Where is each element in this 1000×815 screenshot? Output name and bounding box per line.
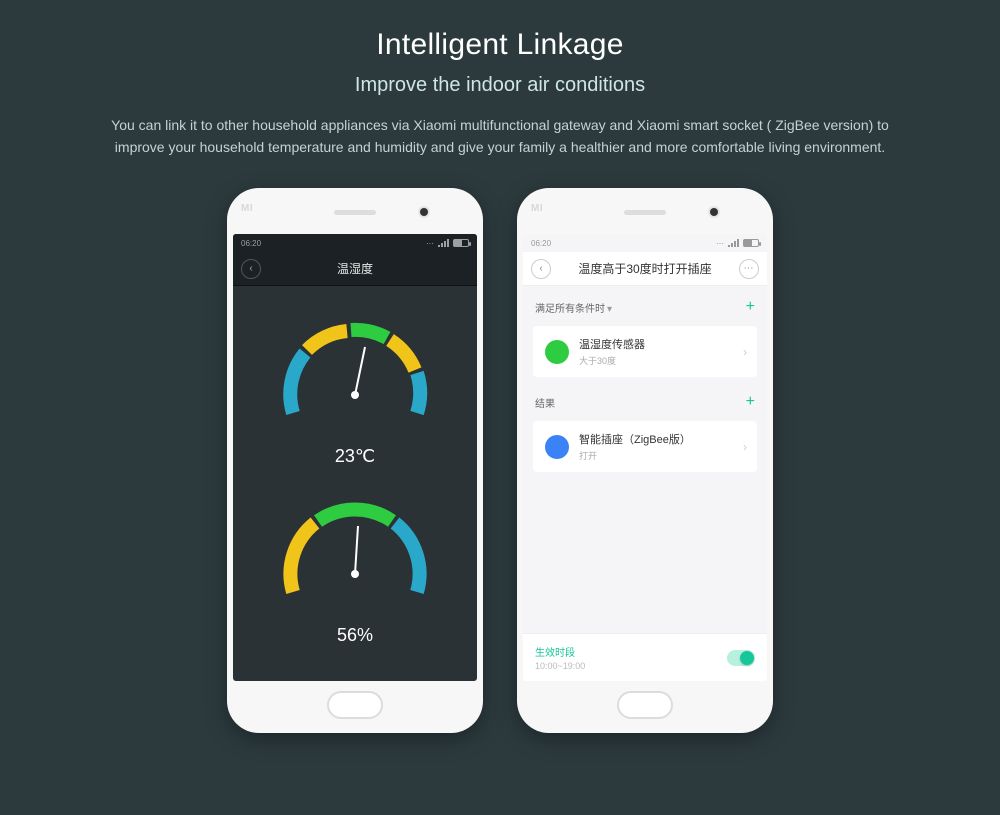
signal-icon (728, 239, 739, 247)
battery-icon (743, 239, 759, 247)
condition-sub: 大于30度 (579, 354, 645, 367)
signal-icon (438, 239, 449, 247)
humidity-gauge (270, 479, 440, 649)
home-button (327, 691, 383, 719)
status-time: 06:20 (241, 239, 261, 248)
phone-camera (420, 208, 428, 216)
schedule-sub: 10:00~19:00 (535, 661, 585, 671)
conditions-header: 满足所有条件时 + (523, 286, 767, 322)
mi-logo: MI (531, 203, 543, 214)
hero-subtitle: Improve the indoor air conditions (0, 74, 1000, 97)
back-button[interactable]: ‹ (241, 259, 261, 279)
mi-logo: MI (241, 203, 253, 214)
battery-icon (453, 239, 469, 247)
schedule-toggle[interactable] (727, 650, 755, 666)
schedule-title: 生效时段 (535, 644, 585, 659)
phone-mockup-left: MI 06:20 ⋯ ‹ 温湿度 (227, 188, 483, 733)
navbar-title: 温湿度 (337, 260, 373, 277)
schedule-row[interactable]: 生效时段 10:00~19:00 (523, 633, 767, 681)
result-item-socket[interactable]: 智能插座（ZigBee版） 打开 › (533, 421, 757, 472)
dots-icon: ⋯ (426, 239, 434, 248)
add-result-button[interactable]: + (746, 393, 755, 411)
phone-camera (710, 208, 718, 216)
status-bar: 06:20 ⋯ (233, 234, 477, 252)
hero-title: Intelligent Linkage (0, 28, 1000, 62)
phone-speaker (624, 210, 666, 215)
status-time: 06:20 (531, 239, 551, 248)
app-screen-gauges: 06:20 ⋯ ‹ 温湿度 (233, 234, 477, 681)
condition-title: 温湿度传感器 (579, 336, 645, 352)
results-label: 结果 (535, 395, 555, 410)
result-title: 智能插座（ZigBee版） (579, 431, 691, 447)
add-condition-button[interactable]: + (746, 298, 755, 316)
more-button[interactable]: ⋯ (739, 259, 759, 279)
dots-icon: ⋯ (716, 239, 724, 248)
chevron-right-icon: › (743, 345, 747, 359)
conditions-label[interactable]: 满足所有条件时 (535, 300, 612, 315)
chevron-right-icon: › (743, 440, 747, 454)
back-button[interactable]: ‹ (531, 259, 551, 279)
socket-icon (545, 435, 569, 459)
results-header: 结果 + (523, 381, 767, 417)
sensor-icon (545, 340, 569, 364)
navbar: ‹ 温度高于30度时打开插座 ⋯ (523, 252, 767, 286)
temperature-gauge (270, 300, 440, 470)
result-sub: 打开 (579, 449, 691, 462)
hero-description: You can link it to other household appli… (90, 115, 910, 158)
navbar-title: 温度高于30度时打开插座 (578, 260, 711, 277)
navbar: ‹ 温湿度 (233, 252, 477, 286)
condition-item-sensor[interactable]: 温湿度传感器 大于30度 › (533, 326, 757, 377)
home-button (617, 691, 673, 719)
status-bar: 06:20 ⋯ (523, 234, 767, 252)
phone-mockup-right: MI 06:20 ⋯ ‹ 温度高于30度时打开插座 ⋯ 满足所有条件时 + (517, 188, 773, 733)
app-screen-automation: 06:20 ⋯ ‹ 温度高于30度时打开插座 ⋯ 满足所有条件时 + 温湿度传 (523, 234, 767, 681)
phone-speaker (334, 210, 376, 215)
